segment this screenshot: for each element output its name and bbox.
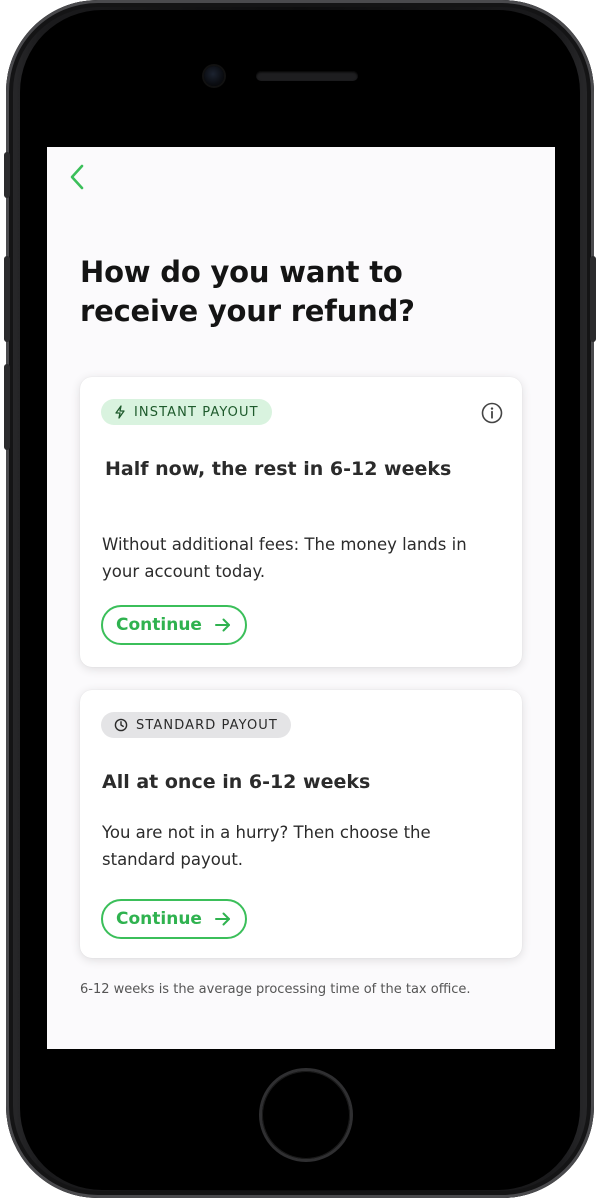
option-heading: Half now, the rest in 6-12 weeks (105, 458, 452, 480)
home-button[interactable] (262, 1071, 350, 1159)
processing-time-note: 6-12 weeks is the average processing tim… (80, 982, 471, 997)
instant-payout-card: INSTANT PAYOUT Half now, the rest in 6-1… (80, 377, 522, 667)
volume-up-button (4, 256, 10, 342)
badge-label: INSTANT PAYOUT (134, 404, 259, 420)
instant-payout-badge: INSTANT PAYOUT (101, 399, 272, 425)
back-button[interactable] (63, 161, 93, 193)
arrow-right-icon (214, 618, 230, 632)
arrow-right-icon (214, 912, 230, 926)
option-heading: All at once in 6-12 weeks (102, 771, 371, 793)
front-camera (204, 66, 224, 86)
clock-icon (114, 718, 128, 732)
info-icon (481, 402, 503, 424)
standard-payout-badge: STANDARD PAYOUT (101, 712, 291, 738)
option-description: You are not in a hurry? Then choose the … (102, 823, 431, 869)
info-button[interactable] (480, 401, 504, 425)
standard-payout-card: STANDARD PAYOUT All at once in 6-12 week… (80, 690, 522, 958)
earpiece-speaker (256, 71, 358, 81)
instant-continue-button[interactable]: Continue (101, 605, 247, 645)
option-description: Without additional fees: The money lands… (102, 535, 467, 581)
page-title: How do you want to receive your refund? (80, 255, 415, 328)
lightning-icon (115, 405, 125, 419)
chevron-left-icon (70, 164, 84, 190)
continue-label: Continue (116, 909, 202, 929)
standard-continue-button[interactable]: Continue (101, 899, 247, 939)
badge-label: STANDARD PAYOUT (136, 717, 278, 733)
silent-switch (4, 152, 10, 198)
power-button (590, 256, 596, 342)
volume-down-button (4, 364, 10, 450)
continue-label: Continue (116, 615, 202, 635)
app-screen: How do you want to receive your refund? … (47, 147, 555, 1049)
